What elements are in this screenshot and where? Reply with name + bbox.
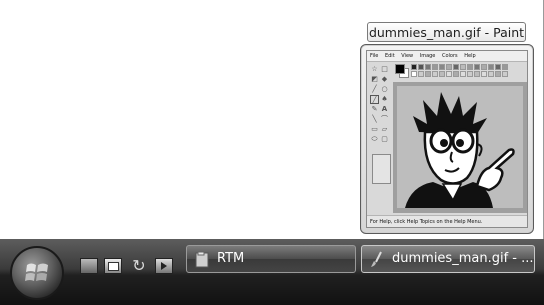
- palette-swatch: [474, 64, 480, 70]
- menu-colors: Colors: [441, 53, 458, 59]
- polygon-icon: ▱: [381, 125, 388, 133]
- palette-swatch: [502, 64, 508, 70]
- tool-options-box: [372, 154, 391, 184]
- palette-swatch: [474, 71, 480, 77]
- dummies-man-image: [405, 92, 515, 208]
- media-player-icon[interactable]: [155, 258, 173, 274]
- taskbar-button-label: RTM: [217, 251, 245, 266]
- curve-icon: ⌒: [381, 115, 388, 123]
- free-select-icon: ☆: [371, 65, 378, 73]
- taskbar-button-rtm[interactable]: RTM: [186, 245, 356, 273]
- paint-toolbox: ☆ □ ◩ ◆ ╱ ○ ╱ ♠ ✎ A ╲ ⌒ ▭ ▱ ⬭ ▢: [369, 64, 391, 214]
- rectangle-icon: ▭: [371, 125, 378, 133]
- window-switcher-icon[interactable]: [104, 258, 122, 274]
- color-selector: [395, 64, 409, 78]
- paint-menu-bar: File Edit View Image Colors Help: [367, 51, 527, 62]
- palette-swatch: [502, 71, 508, 77]
- paint-window-preview[interactable]: File Edit View Image Colors Help ☆ □ ◩ ◆…: [366, 50, 528, 228]
- refresh-icon[interactable]: ↻: [130, 258, 148, 274]
- palette-swatch: [411, 64, 417, 70]
- show-desktop-icon[interactable]: [80, 258, 98, 274]
- palette-swatch: [488, 64, 494, 70]
- paint-workspace: [393, 82, 527, 213]
- palette-swatch: [495, 71, 501, 77]
- start-button[interactable]: [10, 246, 64, 300]
- airbrush-icon: ✎: [371, 105, 378, 113]
- thumbnail-title: dummies_man.gif - Paint: [367, 22, 526, 42]
- palette-swatch: [467, 64, 473, 70]
- color-palette: [411, 64, 523, 80]
- picker-icon: ╱: [372, 85, 377, 93]
- palette-swatch: [495, 64, 501, 70]
- palette-swatch: [411, 71, 417, 77]
- taskbar-button-paint[interactable]: dummies_man.gif - ...: [361, 245, 535, 273]
- folder-icon: [195, 251, 209, 268]
- palette-swatch: [425, 71, 431, 77]
- palette-swatch: [481, 64, 487, 70]
- menu-help: Help: [464, 53, 476, 59]
- paint-canvas: [397, 86, 523, 208]
- palette-swatch: [432, 64, 438, 70]
- palette-swatch: [439, 71, 445, 77]
- palette-swatch: [446, 71, 452, 77]
- menu-view: View: [401, 53, 414, 59]
- rect-select-icon: □: [381, 65, 388, 73]
- palette-swatch: [453, 71, 459, 77]
- menu-image: Image: [419, 53, 436, 59]
- line-icon: ╲: [372, 115, 377, 123]
- paint-status-bar: For Help, click Help Topics on the Help …: [367, 215, 527, 227]
- taskbar-button-label: dummies_man.gif - ...: [392, 251, 534, 266]
- pencil-icon: ╱: [370, 95, 379, 104]
- palette-swatch: [481, 71, 487, 77]
- palette-swatch: [453, 64, 459, 70]
- palette-swatch: [460, 71, 466, 77]
- palette-swatch: [418, 71, 424, 77]
- rounded-rect-icon: ▢: [381, 135, 388, 143]
- palette-swatch: [439, 64, 445, 70]
- ellipse-icon: ⬭: [371, 135, 378, 143]
- palette-swatch: [432, 71, 438, 77]
- palette-swatch: [418, 64, 424, 70]
- paint-brush-icon: [370, 251, 384, 268]
- palette-swatch: [446, 64, 452, 70]
- text-icon: A: [381, 105, 388, 113]
- palette-swatch: [488, 71, 494, 77]
- menu-file: File: [370, 53, 379, 59]
- palette-swatch: [425, 64, 431, 70]
- menu-edit: Edit: [384, 53, 395, 59]
- windows-logo-icon: [25, 263, 48, 281]
- palette-swatch: [467, 71, 473, 77]
- fill-icon: ◆: [381, 75, 388, 83]
- brush-icon: ♠: [381, 95, 388, 103]
- eraser-icon: ◩: [371, 75, 378, 83]
- palette-swatch: [460, 64, 466, 70]
- magnifier-icon: ○: [381, 85, 388, 93]
